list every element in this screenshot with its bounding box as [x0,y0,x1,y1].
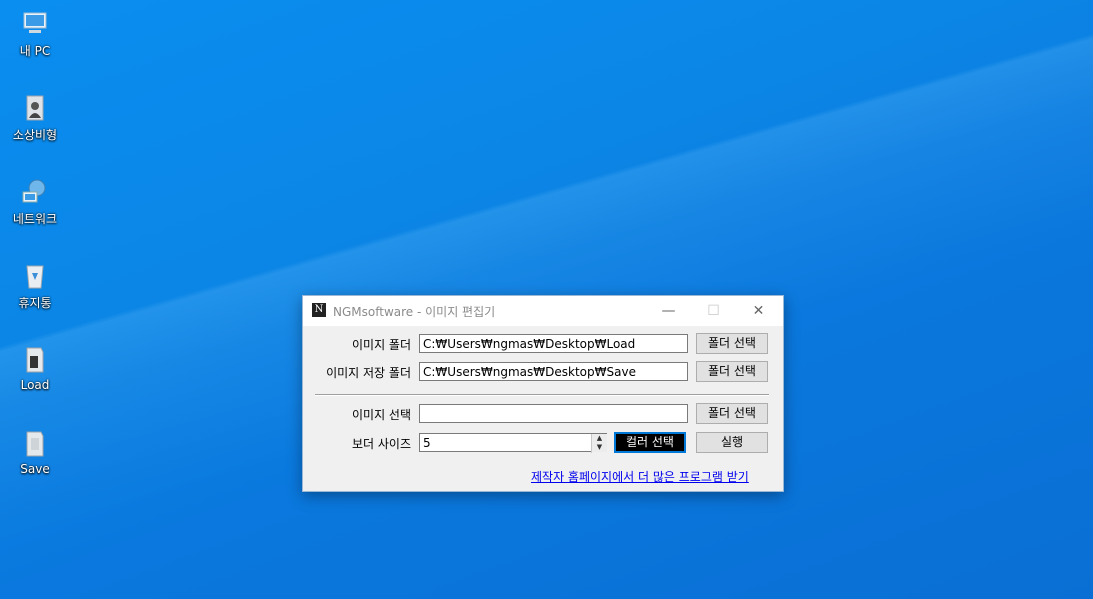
desktop-icon-label: 휴지통 [18,296,52,310]
separator-line [315,394,769,396]
image-editor-window: N NGMsoftware - 이미지 편집기 — ☐ ✕ 이미지 폴더 C:₩… [302,295,784,492]
recycle-bin-icon [19,260,51,292]
image-folder-field[interactable]: C:₩Users₩ngmas₩Desktop₩Load [419,334,688,353]
computer-icon [19,8,51,40]
image-folder-label: 이미지 폴더 [351,338,411,352]
desktop-icon-save[interactable]: Save [6,428,64,476]
desktop-icon-network[interactable]: 네트워크 [6,176,64,227]
image-save-folder-label: 이미지 저장 폴더 [326,366,411,380]
image-select-field[interactable] [419,404,688,423]
minimize-button[interactable]: — [646,296,691,326]
desktop-icon-user-folder[interactable]: 소상비형 [6,92,64,143]
image-select-label: 이미지 선택 [351,408,411,422]
desktop-icon-label: 소상비형 [12,128,58,142]
folder-icon [19,428,51,460]
border-size-label: 보더 사이즈 [351,437,411,451]
window-title: NGMsoftware - 이미지 편집기 [333,305,496,319]
homepage-link[interactable]: 제작자 홈페이지에서 더 많은 프로그램 받기 [531,468,749,485]
run-button[interactable]: 실행 [696,432,768,453]
title-bar[interactable]: N NGMsoftware - 이미지 편집기 — ☐ ✕ [303,296,783,326]
desktop-icon-label: 네트워크 [12,212,58,226]
spin-up-icon[interactable]: ▲ [592,434,607,443]
image-select-button[interactable]: 폴더 선택 [696,403,768,424]
close-button[interactable]: ✕ [736,296,781,326]
maximize-button[interactable]: ☐ [691,296,736,326]
folder-icon [19,344,51,376]
desktop-icon-recycle-bin[interactable]: 휴지통 [6,260,64,311]
desktop-icon-label: Save [20,462,50,476]
app-logo-icon: N [312,303,326,317]
user-folder-icon [19,92,51,124]
desktop-icon-label: Load [20,378,50,392]
border-size-spinner[interactable]: ▲ ▼ [591,434,607,453]
save-folder-select-button[interactable]: 폴더 선택 [696,361,768,382]
desktop-icon-my-pc[interactable]: 내 PC [6,8,64,59]
network-icon [19,176,51,208]
spin-down-icon[interactable]: ▼ [592,443,607,452]
desktop-icon-load[interactable]: Load [6,344,64,392]
border-size-input[interactable]: 5 [419,433,607,452]
image-folder-select-button[interactable]: 폴더 선택 [696,333,768,354]
image-save-folder-field[interactable]: C:₩Users₩ngmas₩Desktop₩Save [419,362,688,381]
desktop-icon-label: 내 PC [19,44,51,58]
color-select-button[interactable]: 컬러 선택 [614,432,686,453]
